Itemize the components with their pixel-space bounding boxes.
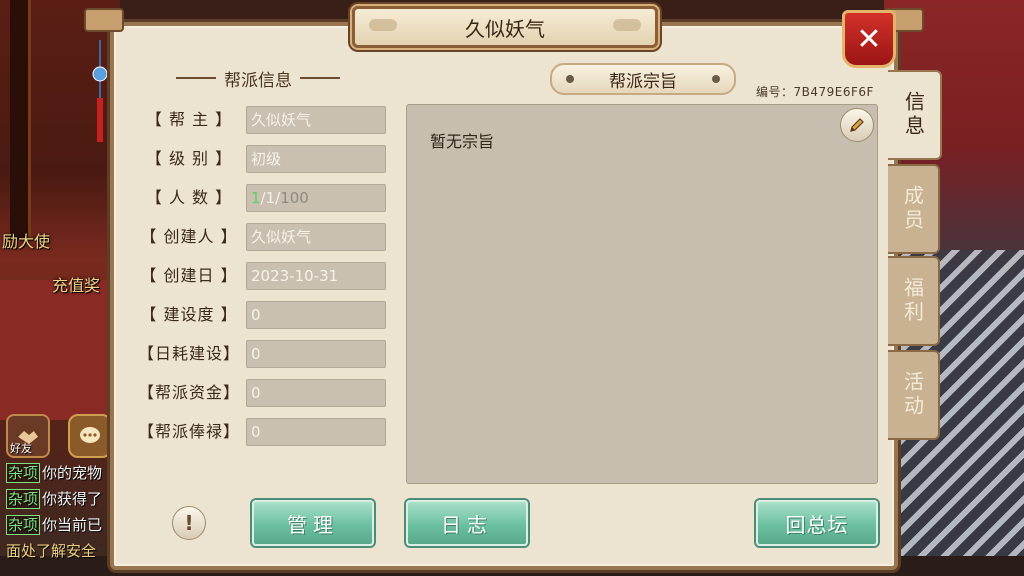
row-label: 【 人 数 】 (145, 188, 233, 207)
row-value: 久似妖气 (246, 106, 386, 134)
info-row-salary: 【帮派俸禄】 0 (136, 418, 386, 446)
row-value: 0 (246, 418, 386, 446)
edit-doctrine-button[interactable] (840, 108, 874, 142)
tab-welfare[interactable]: 福利 (888, 256, 940, 346)
row-value: 0 (246, 340, 386, 368)
dialog-corner-ornament (84, 8, 124, 32)
guild-serial-number: 编号：7B479E6F6F (756, 85, 874, 99)
info-row-created-date: 【 创建日 】 2023-10-31 (136, 262, 386, 290)
log-button[interactable]: 日志 (406, 500, 528, 546)
return-hq-button[interactable]: 回总坛 (756, 500, 878, 546)
left-hud: 励大使 充值奖 好友 杂项 你的宠物 杂项 你获得了 杂项 你当前已 面处了解安全 (0, 0, 120, 576)
row-label: 【帮派俸禄】 (137, 422, 240, 441)
row-label: 【 建设度 】 (140, 305, 238, 324)
chat-text: 面处了解安全 (6, 542, 97, 560)
info-row-daily-cost: 【日耗建设】 0 (136, 340, 386, 368)
row-value: 2023-10-31 (246, 262, 386, 290)
row-value: 久似妖气 (246, 223, 386, 251)
row-value: 0 (246, 379, 386, 407)
doctrine-text: 暂无宗旨 (430, 132, 495, 151)
section-title-guild-info: 帮派信息 (148, 66, 368, 91)
dialog-title-plate: 久似妖气 (352, 6, 658, 48)
row-label: 【 帮 主 】 (145, 110, 233, 129)
info-row-creator: 【 创建人 】 久似妖气 (136, 223, 386, 251)
cloud-ornament-icon (369, 19, 397, 31)
row-label: 【日耗建设】 (137, 344, 240, 363)
exclamation-icon: ! (184, 511, 194, 535)
doctrine-title-plate: 帮派宗旨 (550, 63, 736, 95)
chat-tag: 杂项 (6, 489, 41, 509)
row-value: 0 (246, 301, 386, 329)
divider-line (300, 77, 340, 79)
friend-label: 好友 (10, 442, 32, 455)
rivet-icon (566, 75, 574, 83)
chat-bubble-icon (80, 427, 100, 443)
manage-button[interactable]: 管理 (252, 500, 374, 546)
member-count: 1 (265, 189, 276, 207)
info-row-funds: 【帮派资金】 0 (136, 379, 386, 407)
member-max: 100 (280, 189, 309, 207)
chat-button[interactable] (68, 414, 112, 458)
cloud-ornament-icon (613, 19, 641, 31)
help-button[interactable]: ! (172, 506, 206, 540)
chat-line[interactable]: 杂项 你的宠物 (6, 462, 118, 483)
row-label: 【 级 别 】 (145, 149, 233, 168)
chat-line[interactable]: 面处了解安全 (6, 540, 118, 561)
chat-text: 你当前已 (42, 516, 103, 534)
tab-activities[interactable]: 活动 (888, 350, 940, 440)
rivet-icon (712, 75, 720, 83)
tab-members[interactable]: 成员 (888, 164, 940, 254)
info-row-members: 【 人 数 】 1/1/100 (136, 184, 386, 212)
info-row-level: 【 级 别 】 初级 (136, 145, 386, 173)
section-title: 帮派信息 (224, 70, 292, 91)
info-row-construction: 【 建设度 】 0 (136, 301, 386, 329)
doctrine-title: 帮派宗旨 (609, 71, 677, 92)
pencil-icon (850, 118, 864, 132)
online-count: 1 (251, 189, 261, 207)
divider-line (176, 77, 216, 79)
hanging-ornament-icon (92, 40, 108, 142)
row-value: 初级 (246, 145, 386, 173)
hud-label-recharge[interactable]: 充值奖 (52, 272, 100, 296)
chat-line[interactable]: 杂项 你当前已 (6, 514, 118, 535)
chat-line[interactable]: 杂项 你获得了 (6, 488, 118, 509)
row-label: 【 创建人 】 (140, 227, 238, 246)
chat-text: 你获得了 (42, 490, 103, 508)
chat-tag: 杂项 (6, 463, 41, 483)
dialog-title: 久似妖气 (465, 16, 545, 41)
chat-text: 你的宠物 (42, 464, 103, 482)
info-row-leader: 【 帮 主 】 久似妖气 (136, 106, 386, 134)
row-label: 【 创建日 】 (140, 266, 238, 285)
row-label: 【帮派资金】 (137, 383, 240, 402)
doctrine-text-area (406, 104, 878, 484)
tab-info[interactable]: 信息 (888, 70, 942, 160)
chat-tag: 杂项 (6, 515, 41, 535)
row-value: 1/1/100 (246, 184, 386, 212)
close-icon: ✕ (856, 21, 882, 57)
hud-label-ambassador[interactable]: 励大使 (2, 228, 50, 252)
close-button[interactable]: ✕ (842, 10, 896, 68)
